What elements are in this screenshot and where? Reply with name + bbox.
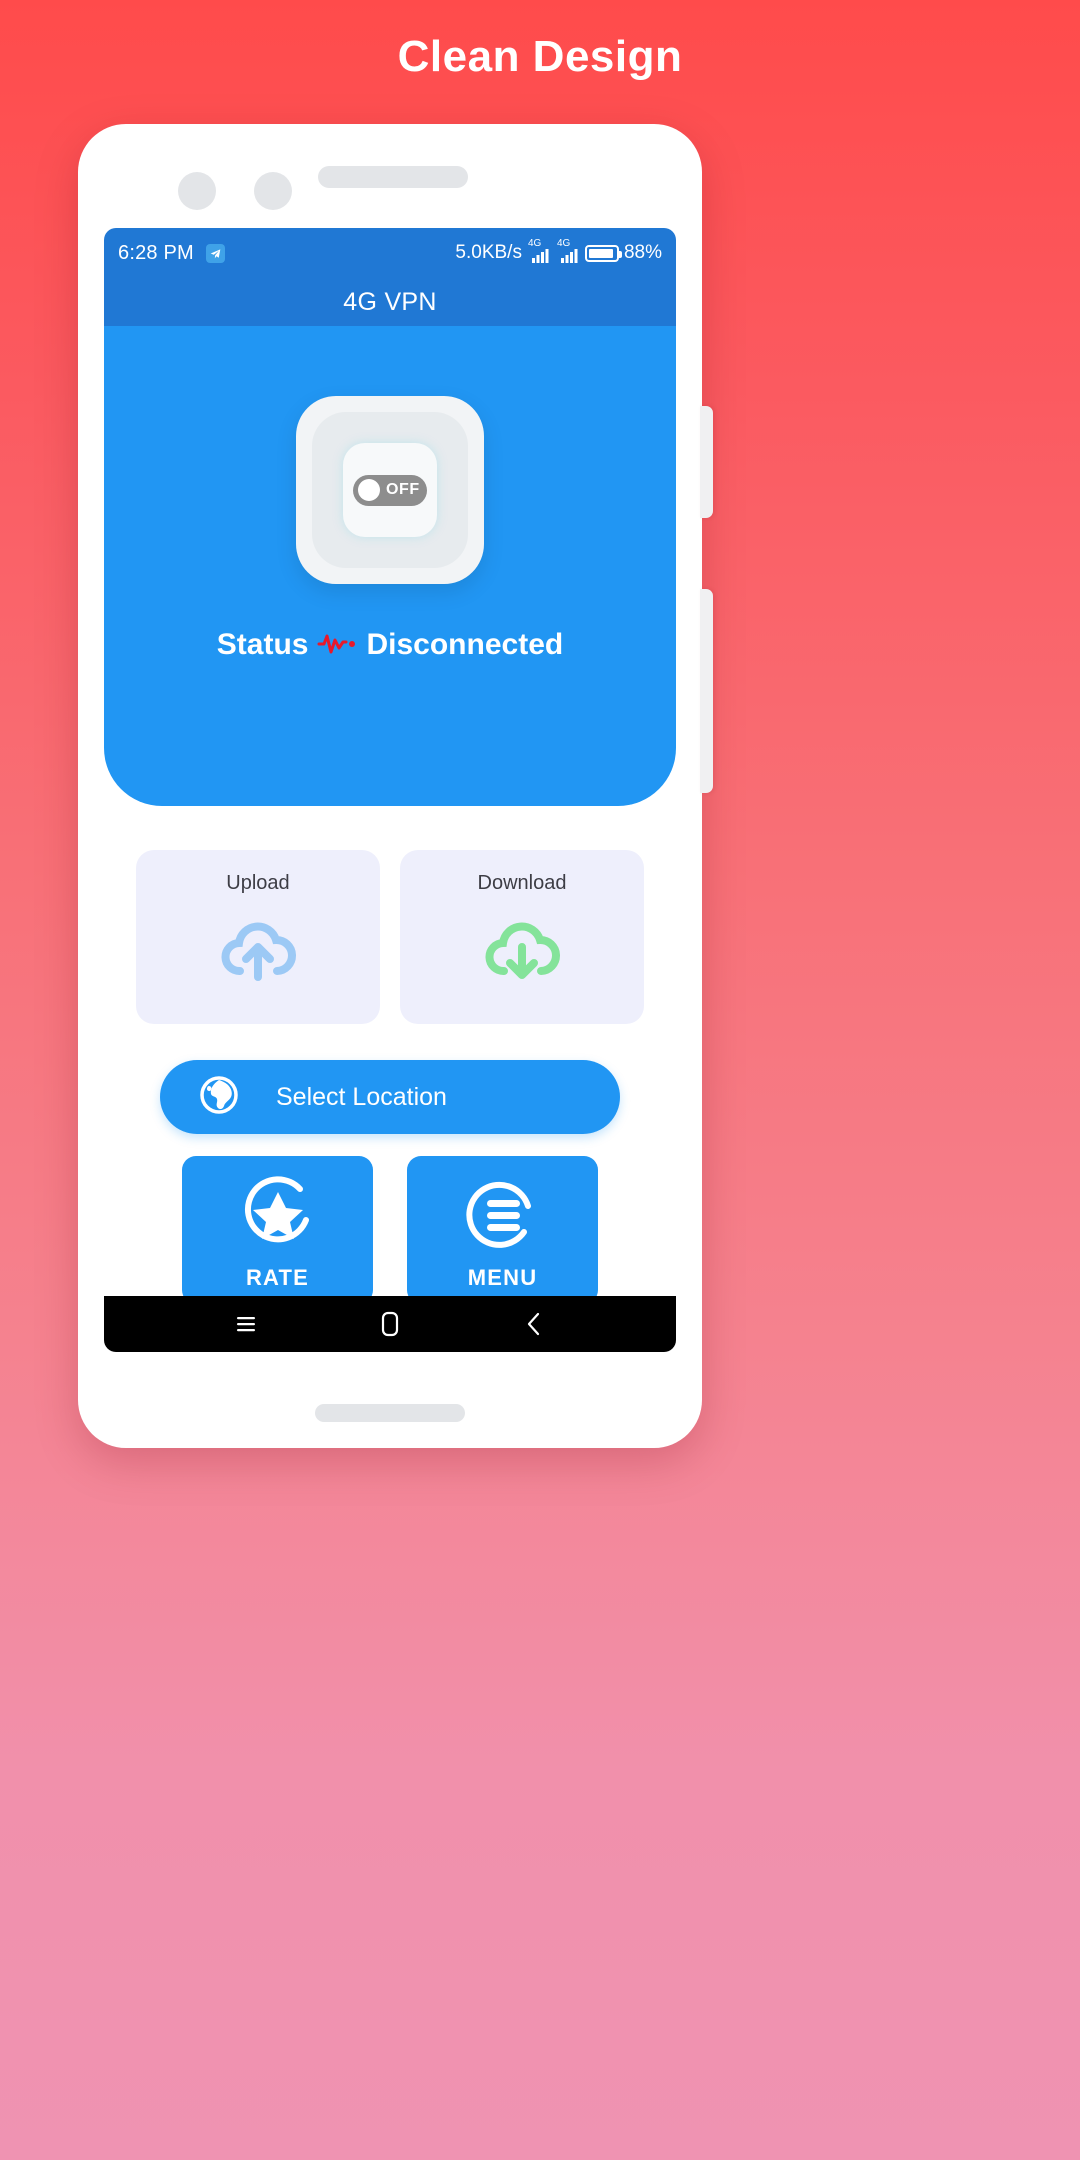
download-card-title: Download [477, 872, 567, 894]
page-title: Clean Design [397, 32, 683, 81]
speed-cards: Upload Download [104, 806, 676, 1024]
network-speed: 5.0KB/s [455, 242, 522, 263]
toggle-ring-middle: OFF [312, 412, 468, 568]
status-value: Disconnected [366, 628, 564, 661]
status-bar: 6:28 PM 5.0KB/s 4G 4G 88% [104, 228, 676, 278]
globe-icon [198, 1074, 240, 1121]
notification-app-icon [205, 243, 225, 263]
earpiece-speaker [318, 166, 468, 188]
toggle-knob [358, 479, 380, 501]
toggle-switch[interactable]: OFF [353, 474, 427, 506]
action-buttons: RATE MENU [104, 1134, 676, 1304]
connection-status: Status Disconnected [217, 628, 563, 662]
signal-icon-sim1: 4G [527, 238, 551, 263]
recents-icon[interactable] [216, 1304, 276, 1344]
status-bar-indicators: 5.0KB/s 4G 4G 88% [455, 238, 662, 264]
toggle-state-label: OFF [386, 481, 420, 498]
vpn-power-toggle[interactable]: OFF [296, 396, 484, 584]
home-icon[interactable] [360, 1304, 420, 1344]
back-icon[interactable] [504, 1304, 564, 1344]
toggle-ring-inner: OFF [343, 443, 437, 537]
status-label: Status [216, 628, 309, 661]
select-location-label: Select Location [276, 1082, 447, 1111]
cloud-upload-icon [216, 911, 300, 986]
camera-lens [178, 172, 216, 210]
app-title-bar: 4G VPN [104, 278, 676, 326]
rate-button[interactable]: RATE [182, 1156, 373, 1304]
cloud-download-icon [480, 911, 564, 986]
upload-card-title: Upload [226, 872, 290, 894]
android-navigation-bar [104, 1296, 676, 1352]
sensor-dot [254, 172, 292, 210]
rate-button-label: RATE [245, 1264, 310, 1290]
pulse-icon [317, 628, 357, 662]
download-card[interactable]: Download [400, 850, 644, 1024]
phone-mockup-frame: 6:28 PM 5.0KB/s 4G 4G 88% 4G VPN OFF Sta… [78, 124, 713, 1448]
app-title: 4G VPN [343, 287, 437, 316]
volume-button[interactable] [700, 406, 713, 518]
star-circle-icon [236, 1170, 320, 1259]
status-bar-time: 6:28 PM [118, 241, 194, 264]
battery-icon [584, 244, 622, 262]
signal-icon-sim2: 4G [556, 238, 580, 263]
select-location-section: Select Location [104, 1024, 676, 1134]
battery-percent: 88% [623, 242, 662, 263]
menu-button-label: MENU [467, 1264, 538, 1290]
menu-circle-icon [461, 1170, 545, 1259]
upload-card[interactable]: Upload [136, 850, 380, 1024]
phone-screen: 6:28 PM 5.0KB/s 4G 4G 88% 4G VPN OFF Sta… [104, 228, 676, 1352]
home-indicator-bar [315, 1404, 465, 1422]
select-location-button[interactable]: Select Location [160, 1060, 620, 1134]
power-button[interactable] [700, 589, 713, 793]
vpn-hero-panel: OFF Status Disconnected [104, 326, 676, 806]
menu-button[interactable]: MENU [407, 1156, 598, 1304]
